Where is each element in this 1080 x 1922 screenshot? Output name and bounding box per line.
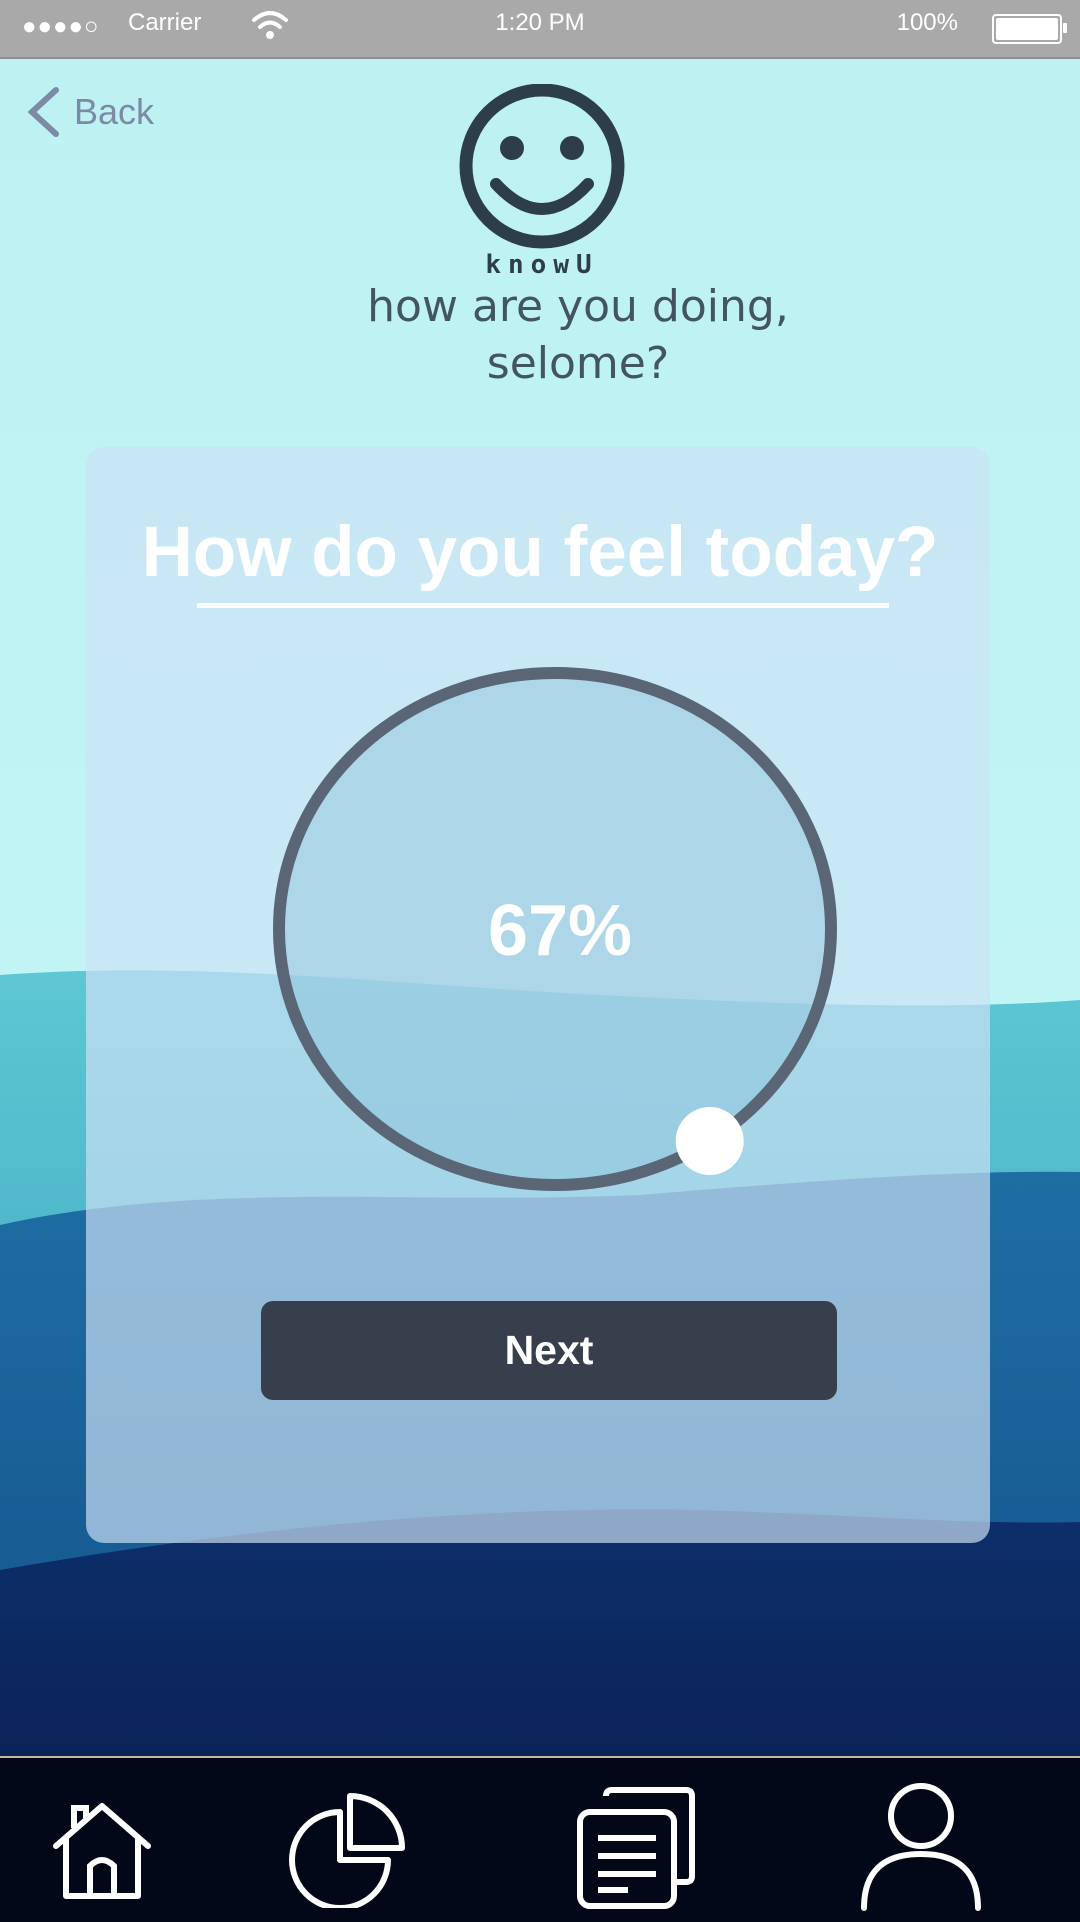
mood-question: How do you feel today? <box>141 513 939 592</box>
documents-icon[interactable] <box>576 1786 696 1910</box>
app-logo: knowU <box>456 83 628 280</box>
dial-handle[interactable] <box>675 1107 744 1175</box>
next-button[interactable]: Next <box>261 1301 837 1400</box>
brand-name: knowU <box>485 250 599 280</box>
tab-bar <box>0 1756 1080 1922</box>
back-button[interactable]: Back <box>26 86 154 138</box>
home-icon[interactable] <box>50 1800 154 1900</box>
back-label: Back <box>74 91 155 132</box>
status-bar: ●●●●○ Carrier 1:20 PM 100% <box>0 0 1080 59</box>
greeting-text: how are you doing, selome? <box>290 278 866 392</box>
title-underline <box>197 603 889 608</box>
battery-icon <box>992 14 1067 44</box>
greeting-line-1: how are you doing, <box>367 281 789 332</box>
chevron-left-icon <box>27 87 59 137</box>
profile-icon[interactable] <box>858 1782 984 1912</box>
battery-percentage: 100% <box>896 9 958 36</box>
dial-value: 67% <box>487 891 633 971</box>
smiley-face-icon <box>459 83 625 249</box>
greeting-line-2: selome? <box>486 338 670 389</box>
pie-chart-icon[interactable] <box>288 1790 406 1908</box>
